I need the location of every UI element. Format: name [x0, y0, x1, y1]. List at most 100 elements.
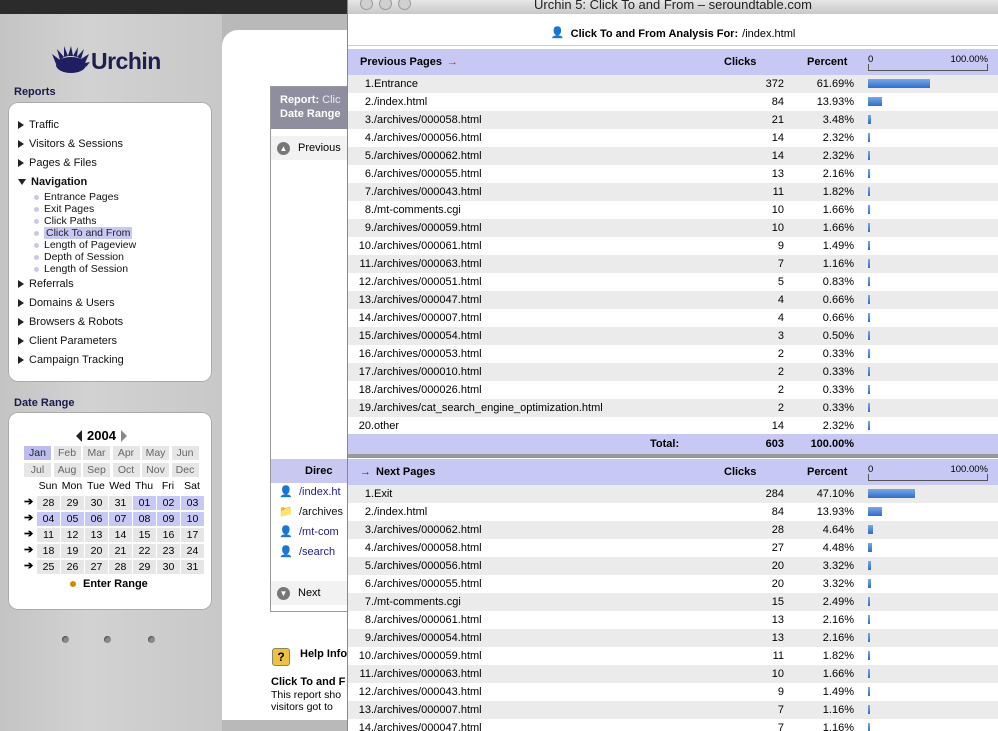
zoom-window-button[interactable]	[398, 0, 411, 10]
page-link[interactable]: /archives/000058.html	[374, 114, 482, 126]
month-may[interactable]: May	[142, 446, 169, 460]
page-link[interactable]: /archives/000051.html	[374, 276, 482, 288]
calendar-day[interactable]: 02	[157, 496, 180, 510]
page-link[interactable]: /archives/000062.html	[374, 524, 482, 536]
page-link[interactable]: Entrance	[374, 78, 418, 90]
calendar-day[interactable]: 24	[181, 544, 204, 558]
page-link[interactable]: /archives/000061.html	[374, 614, 482, 626]
calendar-day[interactable]: 03	[181, 496, 204, 510]
sub-click-paths[interactable]: Click Paths	[34, 215, 97, 227]
month-dec[interactable]: Dec	[171, 463, 199, 477]
month-jul[interactable]: Jul	[24, 463, 51, 477]
calendar-day[interactable]: 15	[133, 528, 156, 542]
nav-campaign-tracking[interactable]: Campaign Tracking	[18, 354, 124, 366]
page-link[interactable]: /archives/000056.html	[374, 560, 482, 572]
page-link[interactable]: /archives/000007.html	[374, 704, 482, 716]
sub-depth-of-session[interactable]: Depth of Session	[34, 251, 124, 263]
calendar-day[interactable]: 04	[37, 512, 60, 526]
calendar-day[interactable]: 30	[157, 560, 180, 574]
page-link[interactable]: /index.html	[374, 96, 427, 108]
page-link[interactable]: /archives/000010.html	[374, 366, 482, 378]
month-jun[interactable]: Jun	[171, 446, 199, 460]
select-week-arrow-icon[interactable]: ➔	[24, 495, 33, 508]
calendar-day[interactable]: 10	[181, 512, 204, 526]
month-nov[interactable]: Nov	[142, 463, 169, 477]
nav-pages-files[interactable]: Pages & Files	[18, 157, 97, 169]
calendar-day[interactable]: 30	[85, 496, 108, 510]
sub-click-to-and-from[interactable]: Click To and From	[34, 227, 133, 239]
page-link[interactable]: /archives/000047.html	[374, 722, 482, 731]
sub-exit-pages[interactable]: Exit Pages	[34, 203, 94, 215]
nav-browsers-robots[interactable]: Browsers & Robots	[18, 316, 123, 328]
select-week-arrow-icon[interactable]: ➔	[24, 511, 33, 524]
page-link[interactable]: /archives/000053.html	[374, 348, 482, 360]
month-feb[interactable]: Feb	[53, 446, 81, 460]
page-link[interactable]: /archives/000043.html	[374, 186, 482, 198]
page-link[interactable]: /index.html	[374, 506, 427, 518]
select-week-arrow-icon[interactable]: ➔	[24, 543, 33, 556]
page-link[interactable]: /archives/cat_search_engine_optimization…	[374, 402, 603, 414]
nav-client-parameters[interactable]: Client Parameters	[18, 335, 117, 347]
sub-entrance-pages[interactable]: Entrance Pages	[34, 191, 119, 203]
page-link[interactable]: /archives/000054.html	[374, 632, 482, 644]
page-link[interactable]: /archives/000063.html	[374, 258, 482, 270]
nav-visitors-sessions[interactable]: Visitors & Sessions	[18, 138, 123, 150]
calendar-day[interactable]: 17	[181, 528, 204, 542]
page-link[interactable]: /archives/000062.html	[374, 150, 482, 162]
calendar-day[interactable]: 31	[109, 496, 132, 510]
calendar-day[interactable]: 14	[109, 528, 132, 542]
calendar-day[interactable]: 21	[109, 544, 132, 558]
page-link[interactable]: /mt-comments.cgi	[374, 204, 461, 216]
page-link[interactable]: Exit	[374, 488, 392, 500]
month-aug[interactable]: Aug	[53, 463, 81, 477]
month-jan[interactable]: Jan	[24, 446, 51, 460]
nav-referrals[interactable]: Referrals	[18, 278, 74, 290]
urchin-logo[interactable]: Urchin	[52, 46, 161, 76]
minimize-window-button[interactable]	[379, 0, 392, 10]
calendar-day[interactable]: 23	[157, 544, 180, 558]
calendar-day[interactable]: 28	[109, 560, 132, 574]
calendar-day[interactable]: 28	[37, 496, 60, 510]
page-link[interactable]: /archives/000056.html	[374, 132, 482, 144]
calendar-day[interactable]: 29	[61, 496, 84, 510]
page-link[interactable]: /archives/000059.html	[374, 222, 482, 234]
calendar-day[interactable]: 11	[37, 528, 60, 542]
calendar-day[interactable]: 20	[85, 544, 108, 558]
close-window-button[interactable]	[360, 0, 373, 10]
sub-length-of-session[interactable]: Length of Session	[34, 263, 128, 275]
page-link[interactable]: /archives/000058.html	[374, 542, 482, 554]
page-link[interactable]: /mt-comments.cgi	[374, 596, 461, 608]
select-week-arrow-icon[interactable]: ➔	[24, 559, 33, 572]
page-link[interactable]: /archives/000047.html	[374, 294, 482, 306]
calendar-day[interactable]: 18	[37, 544, 60, 558]
nav-navigation[interactable]: Navigation	[18, 176, 87, 188]
window-titlebar[interactable]: Urchin 5: Click To and From – seroundtab…	[348, 0, 998, 14]
previous-year-arrow-icon[interactable]	[76, 429, 82, 442]
calendar-day[interactable]: 09	[157, 512, 180, 526]
page-link[interactable]: /archives/000026.html	[374, 384, 482, 396]
calendar-day[interactable]: 29	[133, 560, 156, 574]
page-link[interactable]: /archives/000055.html	[374, 168, 482, 180]
calendar-day[interactable]: 05	[61, 512, 84, 526]
calendar-day[interactable]: 06	[85, 512, 108, 526]
calendar-day[interactable]: 08	[133, 512, 156, 526]
page-link[interactable]: /archives/000059.html	[374, 650, 482, 662]
month-sep[interactable]: Sep	[83, 463, 110, 477]
help-question-icon[interactable]: ?	[272, 648, 290, 666]
enter-range-button[interactable]: Enter Range	[70, 578, 148, 590]
nav-domains-users[interactable]: Domains & Users	[18, 297, 115, 309]
calendar-day[interactable]: 01	[133, 496, 156, 510]
page-link[interactable]: /archives/000054.html	[374, 330, 482, 342]
nav-traffic[interactable]: Traffic	[18, 119, 59, 131]
sub-length-of-pageview[interactable]: Length of Pageview	[34, 239, 136, 251]
page-link[interactable]: /archives/000063.html	[374, 668, 482, 680]
select-week-arrow-icon[interactable]: ➔	[24, 527, 33, 540]
month-oct[interactable]: Oct	[112, 463, 140, 477]
calendar-day[interactable]: 07	[109, 512, 132, 526]
calendar-day[interactable]: 31	[181, 560, 204, 574]
calendar-day[interactable]: 13	[85, 528, 108, 542]
page-link[interactable]: other	[374, 420, 399, 432]
calendar-day[interactable]: 19	[61, 544, 84, 558]
calendar-day[interactable]: 16	[157, 528, 180, 542]
calendar-day[interactable]: 12	[61, 528, 84, 542]
